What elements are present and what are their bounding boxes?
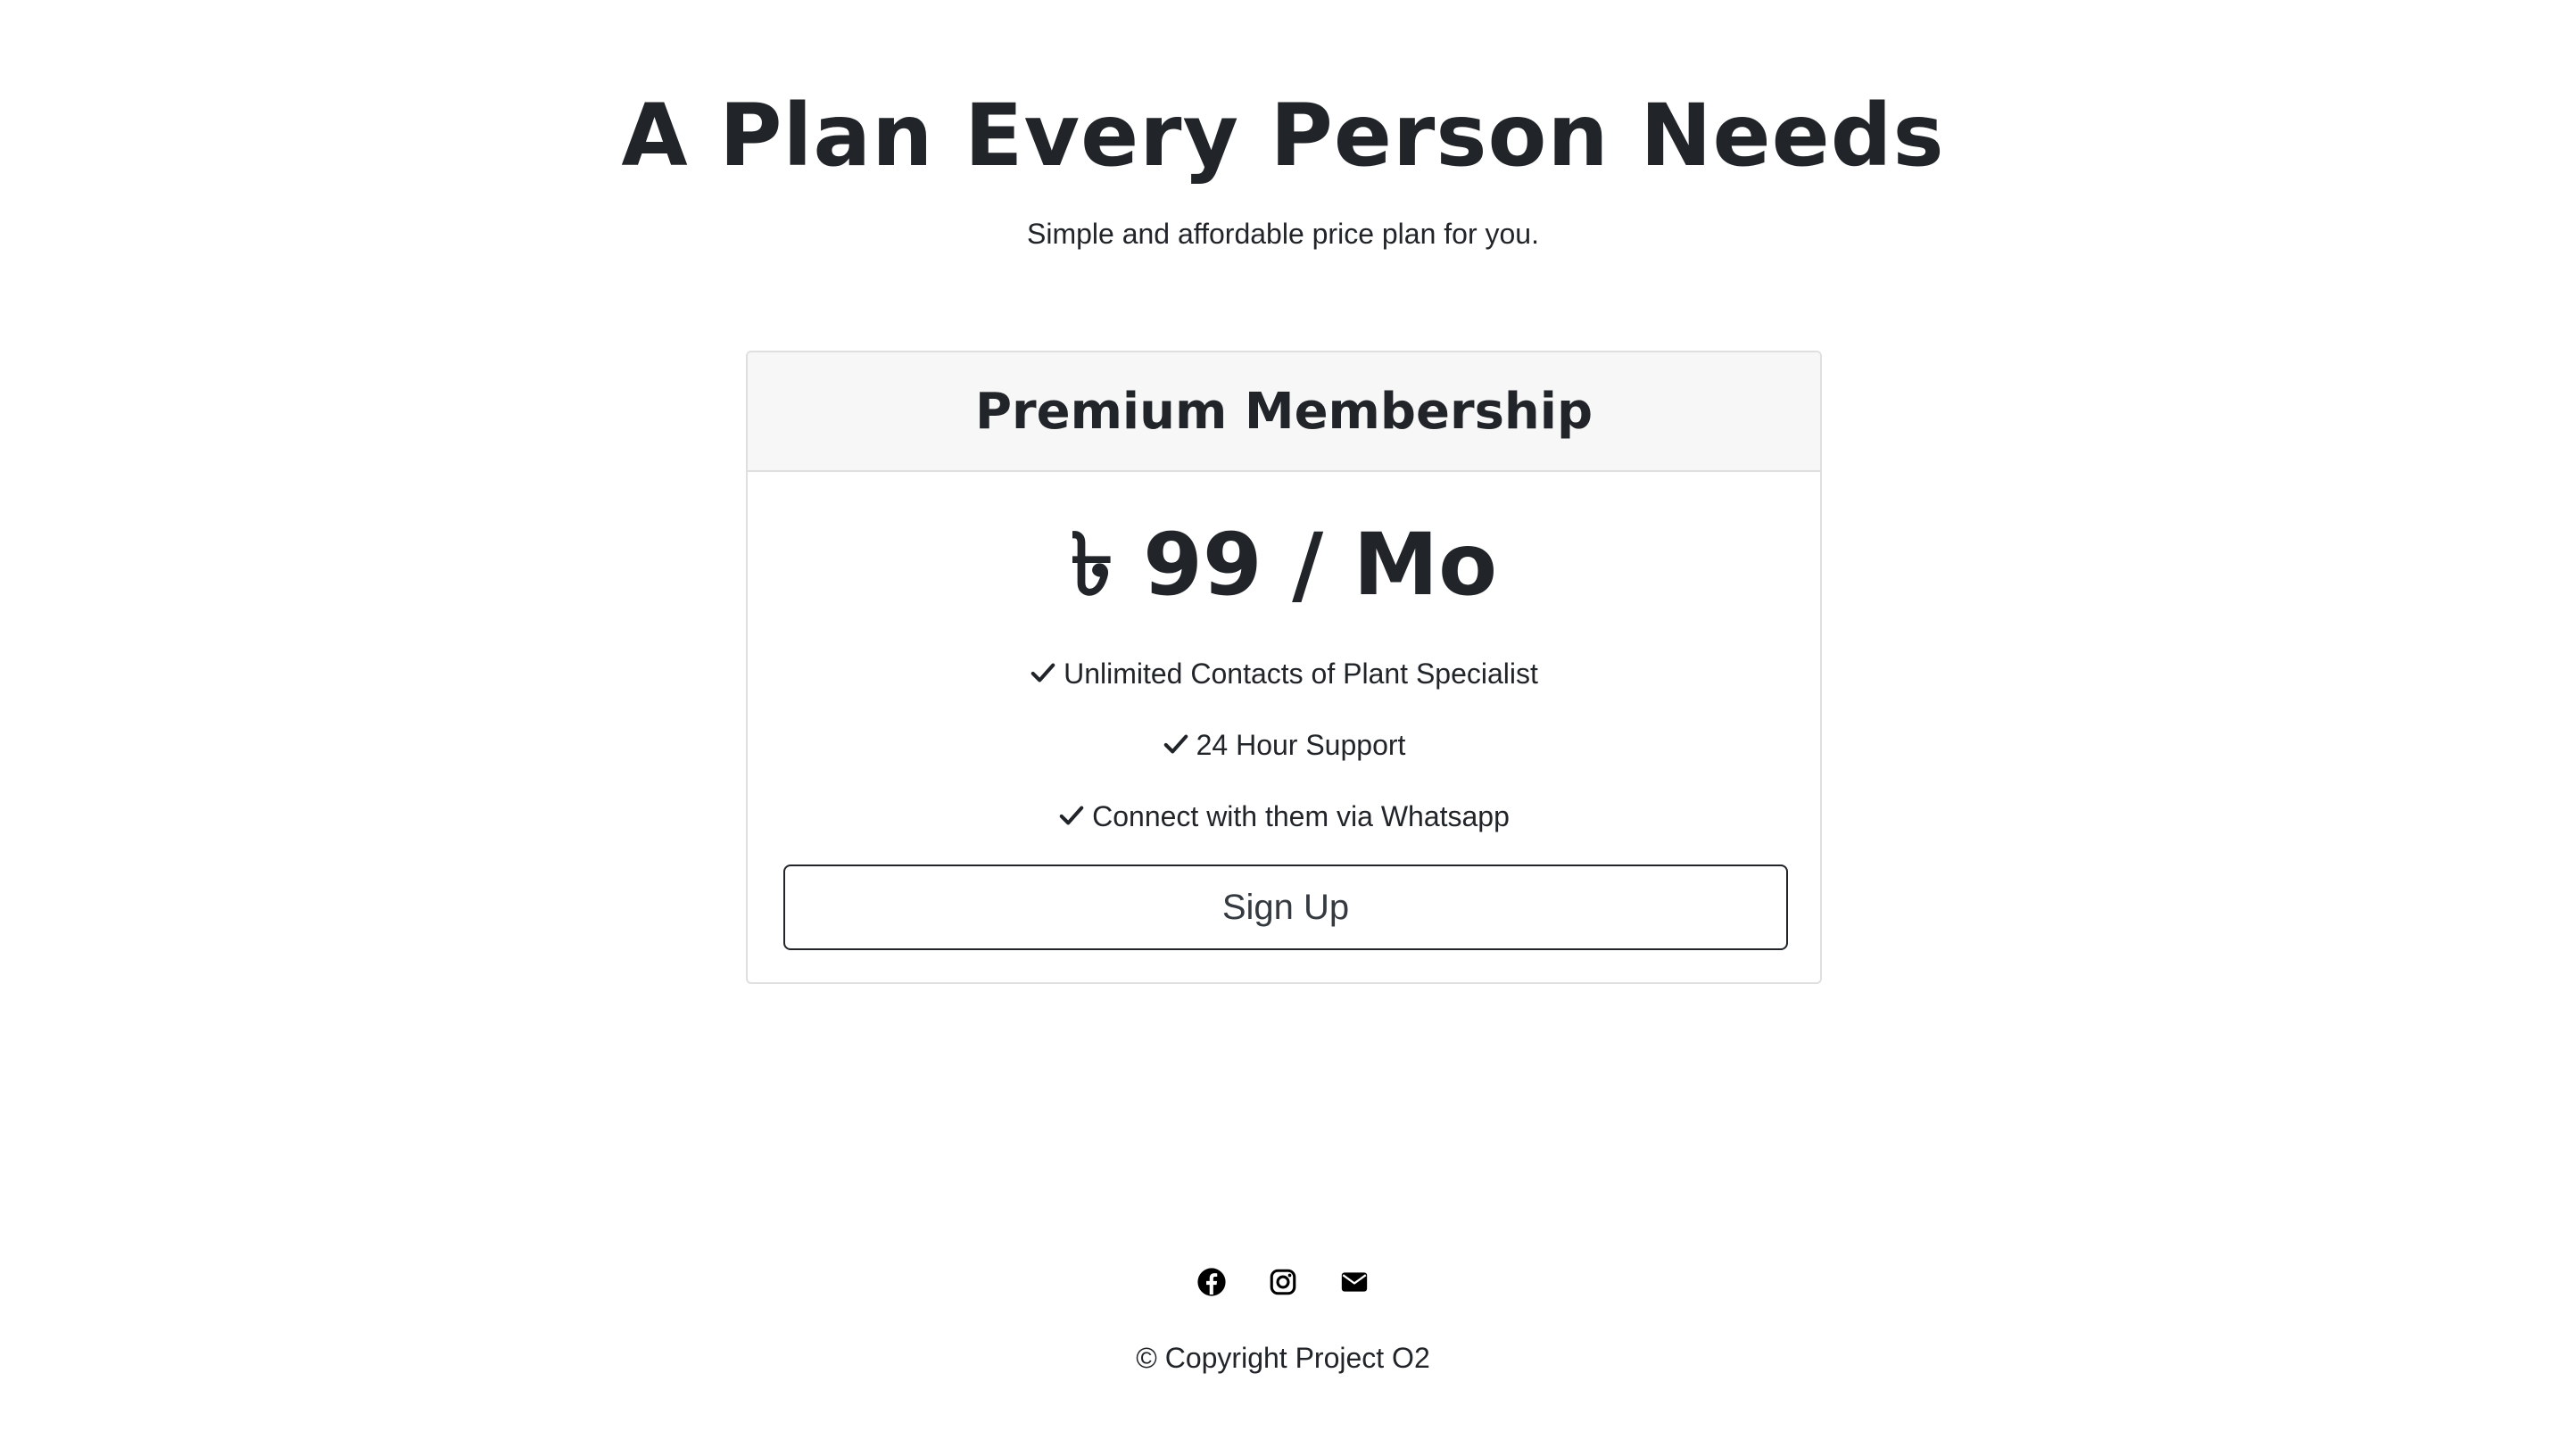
check-icon (1031, 663, 1055, 682)
check-icon (1059, 806, 1084, 825)
feature-label: 24 Hour Support (1196, 729, 1406, 761)
page-title: A Plan Every Person Needs (621, 86, 1945, 186)
copyright-text: © Copyright Project O2 (1136, 1342, 1430, 1374)
page-subtitle: Simple and affordable price plan for you… (1027, 218, 1539, 250)
sign-up-button[interactable]: Sign Up (783, 864, 1788, 950)
email-icon[interactable] (1339, 1267, 1370, 1297)
feature-label: Unlimited Contacts of Plant Specialist (1064, 658, 1538, 690)
feature-label: Connect with them via Whatsapp (1092, 800, 1510, 832)
instagram-icon[interactable] (1268, 1267, 1298, 1297)
pricing-card-header: Premium Membership (748, 352, 1820, 472)
feature-item: 24 Hour Support (748, 724, 1820, 766)
social-links (0, 1267, 2566, 1297)
plan-price: ৳ 99 / Mo (1070, 515, 1498, 615)
facebook-icon[interactable] (1196, 1267, 1227, 1297)
check-icon (1163, 734, 1188, 754)
feature-item: Connect with them via Whatsapp (748, 795, 1820, 838)
feature-item: Unlimited Contacts of Plant Specialist (748, 652, 1820, 695)
pricing-card: Premium Membership ৳ 99 / Mo Unlimited C… (746, 351, 1822, 984)
plan-name: Premium Membership (974, 382, 1593, 441)
